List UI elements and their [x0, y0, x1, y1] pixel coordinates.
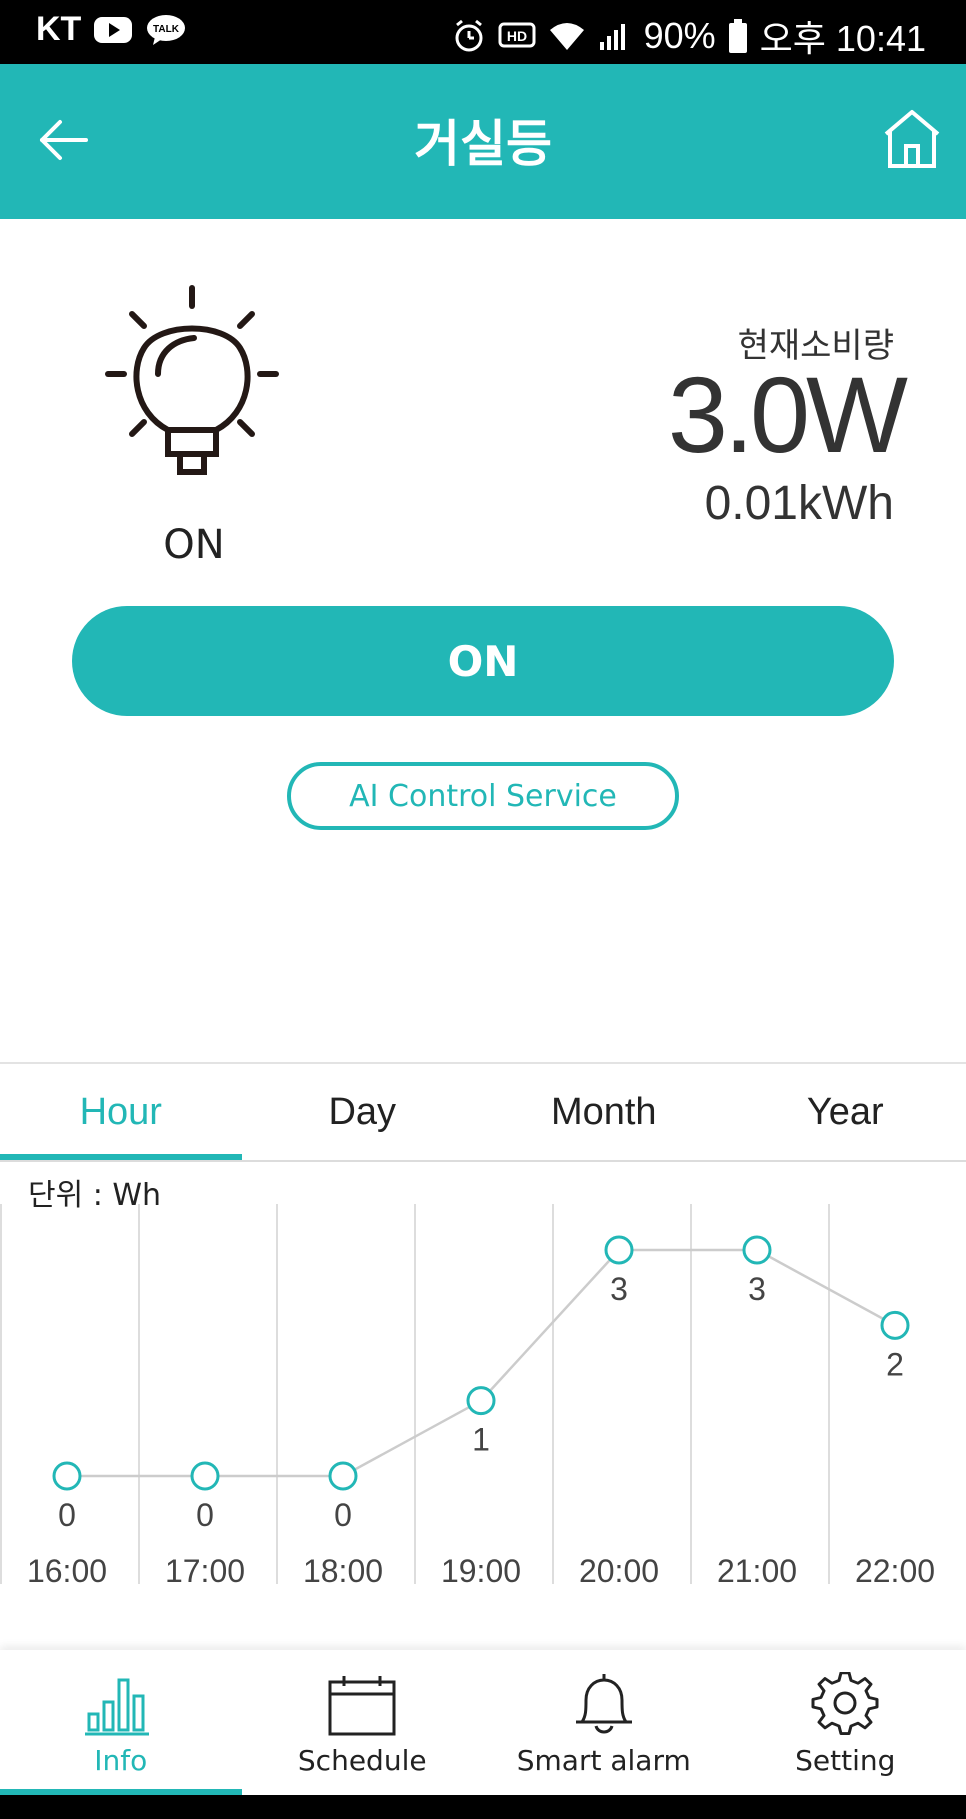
nav-label: Smart alarm [516, 1744, 691, 1777]
chart-tick-label: 16:00 [27, 1553, 107, 1589]
chart-data-label: 0 [334, 1497, 352, 1533]
signal-icon [599, 24, 625, 50]
tab-day[interactable]: Day [242, 1064, 484, 1160]
chart-tick-label: 17:00 [165, 1553, 245, 1589]
nav-setting[interactable]: Setting [725, 1650, 966, 1795]
chart-tick-label: 21:00 [717, 1553, 797, 1589]
chart-data-label: 0 [58, 1497, 76, 1533]
nav-label: Setting [795, 1744, 896, 1777]
chart-data-label: 3 [610, 1271, 628, 1307]
nav-label: Info [94, 1744, 148, 1777]
youtube-icon [94, 16, 133, 43]
energy-value: 0.01kWh [704, 477, 894, 530]
device-state-label: ON [163, 522, 225, 568]
chart-point [466, 1386, 496, 1416]
chart-data-label: 0 [196, 1497, 214, 1533]
status-bar: KT TALK HD 90% 오후 10:41 [0, 0, 966, 64]
clock: 오후 10:41 [759, 18, 926, 59]
chart-tick-label: 20:00 [579, 1553, 659, 1589]
chart-tick-label: 19:00 [441, 1553, 521, 1589]
bottom-navigation: Info Schedule Smart alarm Setting [0, 1650, 966, 1795]
kakaotalk-icon: TALK [147, 14, 186, 45]
chart-point [742, 1235, 772, 1265]
svg-text:HD: HD [506, 28, 526, 44]
nav-info[interactable]: Info [0, 1650, 242, 1795]
alarm-clock-icon [455, 19, 483, 52]
app-header: 거실등 [0, 64, 966, 219]
divider [0, 1160, 966, 1162]
battery-percent: 90% [643, 15, 716, 56]
chart-data-label: 2 [886, 1346, 904, 1382]
bell-icon [575, 1674, 632, 1734]
light-bulb-icon [105, 285, 279, 475]
tab-month[interactable]: Month [483, 1064, 725, 1160]
chart-point [190, 1461, 220, 1491]
power-toggle-button[interactable]: ON [72, 606, 894, 716]
carrier-label: KT [36, 10, 82, 48]
nav-label: Schedule [297, 1744, 427, 1777]
bar-chart-icon [84, 1678, 149, 1736]
chart-tick-label: 18:00 [303, 1553, 383, 1589]
chart-point [52, 1461, 82, 1491]
system-navigation-bar [0, 1795, 966, 1819]
page-title: 거실등 [414, 115, 552, 173]
calendar-icon [328, 1676, 396, 1736]
home-icon [884, 110, 940, 168]
tab-year[interactable]: Year [725, 1064, 966, 1160]
chart-point [880, 1310, 910, 1340]
chart-tick-label: 22:00 [855, 1553, 935, 1589]
battery-icon [728, 19, 747, 53]
ai-control-button[interactable]: AI Control Service [287, 762, 679, 830]
chart-point [328, 1461, 358, 1491]
chart-data-label: 3 [748, 1271, 766, 1307]
gear-icon [811, 1672, 879, 1736]
nav-schedule[interactable]: Schedule [242, 1650, 484, 1795]
period-tabs: Hour Day Month Year [0, 1064, 966, 1160]
usage-line-chart: 0 16:00 0 17:00 0 18:00 1 19:00 3 20:00 3 21:00 2 22:… [0, 1204, 935, 1589]
hd-voice-icon: HD [498, 22, 536, 48]
tab-hour[interactable]: Hour [0, 1064, 242, 1160]
home-button[interactable] [882, 108, 942, 170]
chart-point [604, 1235, 634, 1265]
nav-smart-alarm[interactable]: Smart alarm [483, 1650, 725, 1795]
chart-data-label: 1 [472, 1422, 490, 1458]
power-value: 3.0W [667, 354, 908, 475]
svg-text:TALK: TALK [153, 24, 180, 35]
wifi-icon [549, 23, 584, 50]
